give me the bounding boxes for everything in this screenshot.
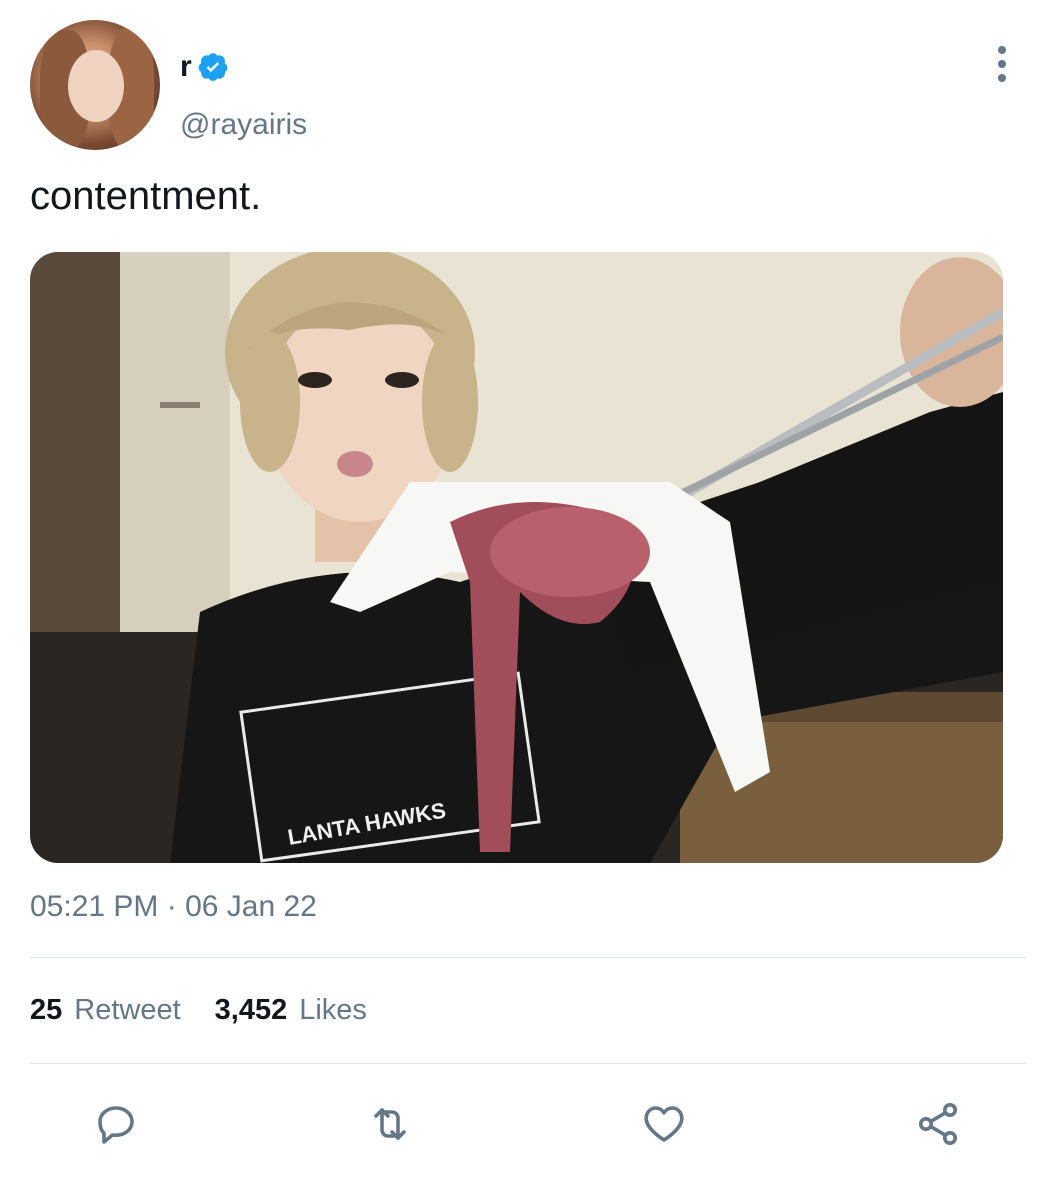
retweet-button[interactable] <box>362 1096 418 1152</box>
likes-stat[interactable]: 3,452 Likes <box>215 994 367 1027</box>
tweet-stats: 25 Retweet 3,452 Likes <box>30 994 367 1027</box>
tweet-text: contentment. <box>30 174 262 218</box>
verified-badge-icon <box>198 53 228 81</box>
retweet-icon <box>374 1108 406 1140</box>
avatar[interactable] <box>30 20 160 150</box>
divider <box>30 1063 1026 1064</box>
retweet-label: Retweet <box>74 994 181 1026</box>
user-handle[interactable]: @rayairis <box>180 108 307 142</box>
tweet-actions-bar <box>0 1096 1056 1156</box>
divider <box>30 957 1026 958</box>
photo-illustration: LANTA HAWKS <box>30 252 1003 863</box>
share-button[interactable] <box>910 1096 966 1152</box>
share-icon <box>919 1103 957 1145</box>
more-options-icon[interactable] <box>992 46 1012 82</box>
tweet-media-image[interactable]: LANTA HAWKS <box>30 252 1003 863</box>
reply-icon <box>98 1106 134 1144</box>
like-button[interactable] <box>636 1096 692 1152</box>
retweet-count: 25 <box>30 994 63 1026</box>
display-name[interactable]: r <box>180 50 192 84</box>
retweet-stat[interactable]: 25 Retweet <box>30 994 181 1027</box>
heart-icon <box>644 1106 684 1142</box>
tweet-timestamp[interactable]: 05:21 PM · 06 Jan 22 <box>30 890 317 924</box>
tweet-header: r @rayairis <box>30 20 1026 150</box>
likes-count: 3,452 <box>214 994 288 1026</box>
reply-button[interactable] <box>88 1096 144 1152</box>
name-row: r <box>180 50 228 84</box>
likes-label: Likes <box>299 994 367 1026</box>
